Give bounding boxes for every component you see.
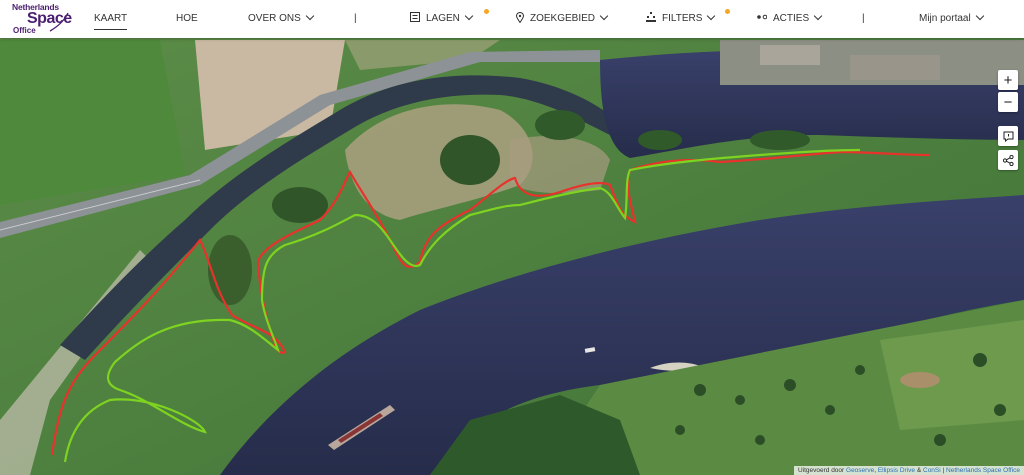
nav-mijn-portaal-label: Mijn portaal [919,13,971,24]
nav-acties-label: ACTIES [773,13,810,24]
actions-icon [757,15,767,20]
nav-mijn-portaal[interactable]: Mijn portaal [919,0,984,38]
chevron-down-icon [975,11,984,21]
satellite-map[interactable] [0,0,1024,475]
nav-hoe[interactable]: HOE [176,0,198,38]
attribution-link-nso[interactable]: Netherlands Space Office [946,467,1020,474]
nav-filters-label: FILTERS [662,13,703,24]
nav-separator: | [862,13,865,24]
chevron-down-icon [305,11,315,21]
comment-icon [1003,131,1013,142]
top-navigation-bar: Netherlands Space Office KAART HOE OVER … [0,0,1024,38]
nav-lagen-label: LAGEN [426,13,460,24]
nav-acties[interactable]: ACTIES [757,0,823,38]
nav-over-ons[interactable]: OVER ONS [248,0,315,38]
attribution-link-ellipsis-drive[interactable]: Ellipsis Drive [878,467,915,474]
nav-zoekgebied[interactable]: ZOEKGEBIED [516,0,609,38]
zoom-in-button[interactable]: + [998,70,1018,90]
chevron-down-icon [707,11,716,21]
nav-kaart[interactable]: KAART [94,0,128,38]
attribution-link-geoserve[interactable]: Geoserve [846,467,874,474]
nav-over-ons-label: OVER ONS [248,13,301,24]
location-pin-icon [516,11,524,23]
lagen-active-indicator [484,9,489,14]
chevron-down-icon [464,11,474,21]
filters-active-indicator [725,9,730,14]
attribution-amp: & [916,467,922,474]
chevron-down-icon [599,11,609,21]
nav-zoekgebied-label: ZOEKGEBIED [530,13,596,24]
netherlands-space-office-logo[interactable]: Netherlands Space Office [12,1,72,37]
attribution-separator: | [942,467,945,474]
filter-icon [646,12,656,23]
nav-separator: | [354,13,357,24]
logo-swoosh-icon [49,12,69,32]
nav-filters[interactable]: FILTERS [646,0,716,38]
attribution-link-consi[interactable]: ConSi [923,467,941,474]
share-button[interactable] [998,150,1018,170]
attribution-prefix: Uitgevoerd door [797,467,845,474]
zoom-out-button[interactable]: − [998,92,1018,112]
share-icon [1002,154,1014,166]
map-attribution: Uitgevoerd door Geoserve, Ellipsis Drive… [793,466,1024,475]
comment-button[interactable] [998,126,1018,146]
nav-lagen[interactable]: LAGEN [410,0,474,38]
chevron-down-icon [813,11,823,21]
layers-icon [410,12,420,23]
